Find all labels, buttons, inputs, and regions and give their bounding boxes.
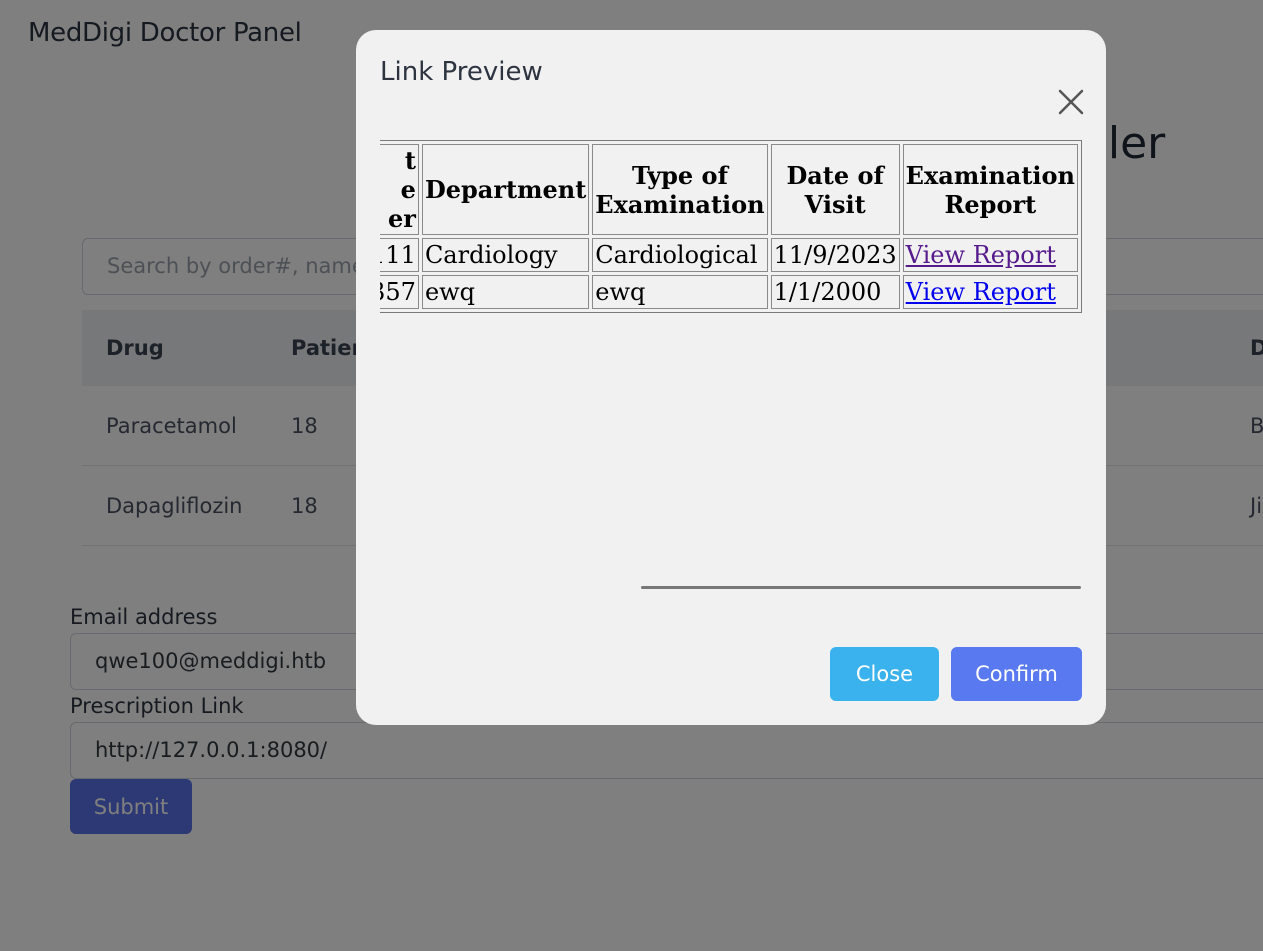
cell-department: Cardiology [421, 238, 590, 272]
cell-case-number: 357 [380, 275, 419, 309]
close-icon[interactable] [1056, 87, 1086, 117]
cell-case-number: 111 [380, 238, 419, 272]
cell-department: ewq [421, 275, 590, 309]
column-header-department: Department [421, 144, 590, 235]
modal-title: Link Preview [380, 57, 543, 87]
table-row: 357 ewq ewq 1/1/2000 View Report [380, 275, 1078, 309]
cell-date: 1/1/2000 [770, 275, 900, 309]
table-header-row: t e er Department Type of Examination Da… [380, 144, 1078, 235]
confirm-button[interactable]: Confirm [951, 647, 1082, 701]
column-header-case-number: t e er [380, 144, 419, 235]
link-preview-modal: Link Preview t e er Department Type of E… [356, 30, 1106, 725]
column-header-date: Date of Visit [770, 144, 900, 235]
table-row: 111 Cardiology Cardiological 11/9/2023 V… [380, 238, 1078, 272]
cell-date: 11/9/2023 [770, 238, 900, 272]
examination-table: t e er Department Type of Examination Da… [380, 140, 1082, 313]
link-preview-frame[interactable]: t e er Department Type of Examination Da… [380, 140, 1082, 626]
close-button[interactable]: Close [830, 647, 939, 701]
cell-report: View Report [902, 275, 1078, 309]
view-report-link[interactable]: View Report [906, 241, 1056, 269]
cell-type: ewq [592, 275, 768, 309]
preview-document: t e er Department Type of Examination Da… [380, 140, 1082, 313]
column-header-report: Examination Report [902, 144, 1078, 235]
column-header-type: Type of Examination [592, 144, 768, 235]
horizontal-scrollbar[interactable] [641, 586, 1081, 589]
cell-type: Cardiological [592, 238, 768, 272]
cell-report: View Report [902, 238, 1078, 272]
view-report-link[interactable]: View Report [906, 278, 1056, 306]
